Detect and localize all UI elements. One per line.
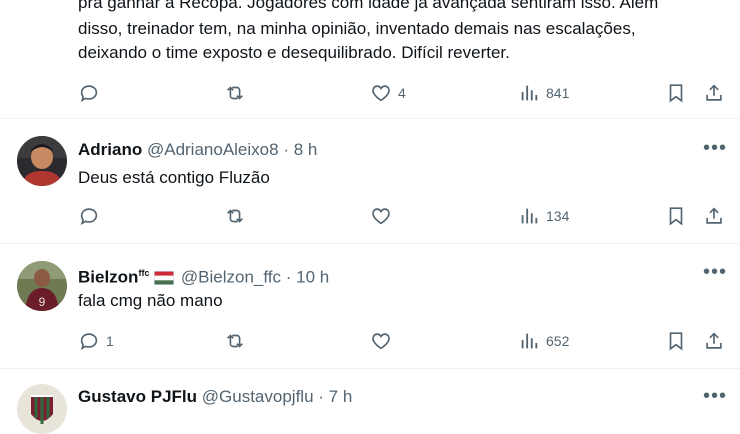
separator: · bbox=[318, 387, 324, 406]
views-count: 652 bbox=[546, 333, 570, 349]
reply-icon bbox=[80, 85, 98, 103]
repost-button[interactable] bbox=[224, 329, 252, 353]
bookmark-icon bbox=[669, 207, 683, 226]
share-icon bbox=[706, 332, 722, 349]
action-bar: 134 bbox=[0, 204, 740, 228]
user-handle[interactable]: @Gustavopjflu bbox=[202, 387, 314, 406]
display-name-suffix: ffc bbox=[138, 268, 150, 278]
hungary-flag-icon bbox=[154, 270, 175, 285]
timestamp[interactable]: 10 h bbox=[296, 268, 329, 287]
top-post[interactable]: pra ganhar a Recopa. Jogadores com idade… bbox=[0, 0, 740, 117]
repost-button[interactable] bbox=[224, 204, 252, 228]
more-options-icon[interactable]: ••• bbox=[703, 262, 727, 286]
post-text-line-3: deixando o time exposto e desequilibrado… bbox=[78, 43, 510, 62]
like-count: 4 bbox=[398, 85, 406, 101]
post-text-line-2: disso, treinador tem, na minha opinião, … bbox=[78, 19, 636, 38]
more-options-icon[interactable]: ••• bbox=[703, 138, 727, 162]
reply-text: fala cmg não mano bbox=[78, 291, 223, 310]
reply-icon bbox=[80, 333, 98, 351]
svg-text:9: 9 bbox=[39, 295, 46, 309]
separator: · bbox=[285, 267, 292, 287]
repost-icon bbox=[227, 334, 243, 348]
views-chart-icon bbox=[521, 85, 538, 101]
views-button[interactable]: 841 bbox=[518, 81, 569, 105]
share-icon bbox=[706, 207, 722, 224]
like-button[interactable] bbox=[370, 204, 398, 228]
views-count: 134 bbox=[546, 208, 570, 224]
share-button[interactable] bbox=[703, 329, 725, 353]
reply-icon bbox=[80, 208, 98, 226]
timestamp[interactable]: 8 h bbox=[294, 140, 318, 159]
heart-icon bbox=[372, 85, 390, 102]
bookmark-icon bbox=[669, 332, 683, 351]
avatar[interactable] bbox=[17, 384, 67, 434]
display-name[interactable]: Gustavo PJFlu bbox=[78, 387, 197, 406]
reply-text: Deus está contigo Fluzão bbox=[78, 168, 270, 187]
views-button[interactable]: 652 bbox=[518, 329, 569, 353]
avatar[interactable] bbox=[17, 136, 67, 186]
display-name[interactable]: Bielzon bbox=[78, 268, 138, 287]
heart-icon bbox=[372, 208, 390, 225]
reply-post-bielzon[interactable]: 9 Bielzonffc @Bielzon_ffc · 10 h ••• fal… bbox=[0, 244, 740, 368]
like-button[interactable] bbox=[370, 329, 398, 353]
reply-button[interactable]: 1 bbox=[78, 329, 114, 353]
bookmark-icon bbox=[669, 84, 683, 103]
timestamp[interactable]: 7 h bbox=[329, 387, 353, 406]
share-button[interactable] bbox=[703, 204, 725, 228]
heart-icon bbox=[372, 333, 390, 350]
post-header: Bielzonffc @Bielzon_ffc · 10 h bbox=[78, 263, 329, 288]
display-name[interactable]: Adriano bbox=[78, 140, 142, 159]
bookmark-button[interactable] bbox=[665, 329, 687, 353]
views-chart-icon bbox=[521, 208, 538, 224]
post-header: Gustavo PJFlu @Gustavopjflu · 7 h bbox=[78, 387, 352, 407]
avatar[interactable]: 9 bbox=[17, 261, 67, 311]
share-button[interactable] bbox=[703, 81, 725, 105]
reply-count: 1 bbox=[106, 333, 114, 349]
user-handle[interactable]: @AdrianoAleixo8 bbox=[147, 140, 279, 159]
repost-icon bbox=[227, 86, 243, 100]
more-options-icon[interactable]: ••• bbox=[703, 386, 727, 410]
reply-button[interactable] bbox=[78, 204, 106, 228]
action-bar: 1 652 bbox=[0, 329, 740, 353]
repost-button[interactable] bbox=[224, 81, 252, 105]
like-button[interactable]: 4 bbox=[370, 81, 406, 105]
views-chart-icon bbox=[521, 333, 538, 349]
views-button[interactable]: 134 bbox=[518, 204, 569, 228]
post-text-line-1: pra ganhar a Recopa. Jogadores com idade… bbox=[78, 0, 659, 12]
separator: · bbox=[283, 140, 289, 159]
action-bar: 4 841 bbox=[0, 81, 740, 105]
repost-icon bbox=[227, 209, 243, 223]
bookmark-button[interactable] bbox=[665, 81, 687, 105]
reply-post-gustavo[interactable]: Gustavo PJFlu @Gustavopjflu · 7 h ••• bbox=[0, 369, 740, 434]
reply-button[interactable] bbox=[78, 81, 106, 105]
bookmark-button[interactable] bbox=[665, 204, 687, 228]
reply-post-adriano[interactable]: Adriano @AdrianoAleixo8 · 8 h ••• Deus e… bbox=[0, 119, 740, 243]
user-handle[interactable]: @Bielzon_ffc bbox=[181, 268, 281, 287]
share-icon bbox=[706, 84, 722, 101]
post-header: Adriano @AdrianoAleixo8 · 8 h bbox=[78, 140, 317, 160]
views-count: 841 bbox=[546, 85, 570, 101]
